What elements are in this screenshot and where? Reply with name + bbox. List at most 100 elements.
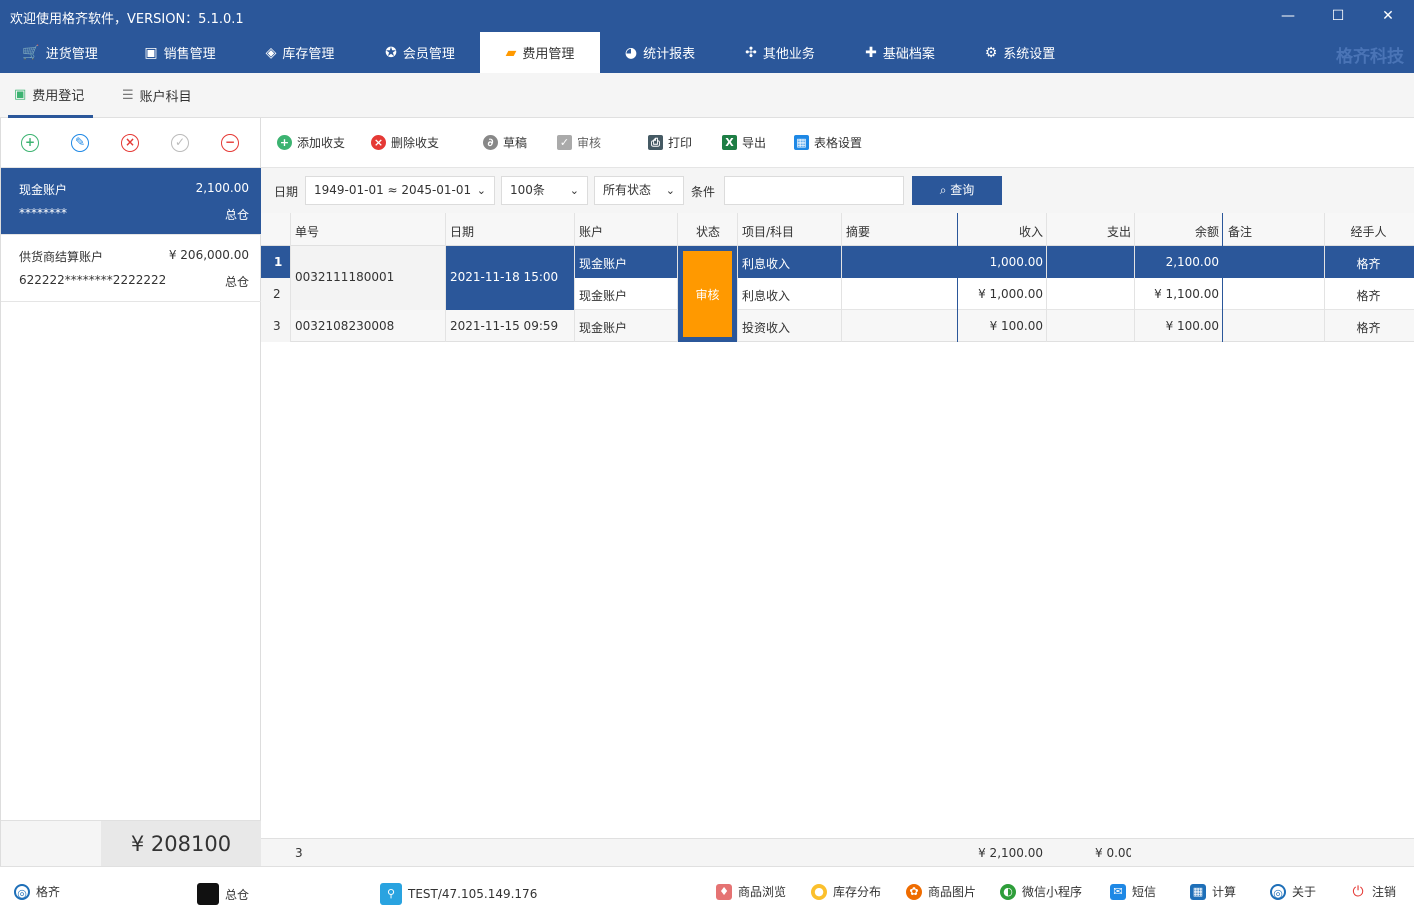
account-item-supplier[interactable]: 供货商结算账户 ¥ 206,000.00 622222********22222… [1,235,261,302]
cell-handler: 格齐 [1356,321,1381,335]
account-panel: + ✎ × ✓ − 现金账户 2,100.00 ******** 总仓 供货商结… [0,118,261,867]
expense-toolbar: + 添加收支 × 删除收支 ∂ 草稿 ✓ 审核 ⎙ 打印 X 导出 ▦ 表格设置 [261,118,1414,168]
wechat-icon: ◐ [1000,883,1016,900]
delete-account-icon[interactable]: × [121,134,139,152]
shirt-icon: ♦ [716,883,732,900]
header-status[interactable]: 状态 [696,223,720,240]
status-select[interactable]: 所有状态 ⌄ [594,176,684,205]
brand-logo: 格齐科技 [1336,47,1404,67]
chevron-down-icon: ⌄ [476,184,486,197]
account-toolbar: + ✎ × ✓ − [1,118,260,168]
sub-tabs: ▣ 费用登记 ☰ 账户科目 [0,73,1414,118]
menu-sales[interactable]: ▣ 销售管理 [120,32,240,73]
query-label: 查询 [950,183,975,197]
button-label: 审核 [577,136,602,150]
link-product-images[interactable]: ✿ 商品图片 [906,883,976,900]
cell-account: 现金账户 [579,289,628,303]
menu-settings[interactable]: ⚙ 系统设置 [960,32,1080,73]
account-total-bar: ¥ 208100 [1,820,261,867]
draft-button[interactable]: ∂ 草稿 [483,134,527,151]
tab-account-subjects[interactable]: ☰ 账户科目 [116,73,206,118]
menu-other[interactable]: ✣ 其他业务 [720,32,840,73]
tab-label: 账户科目 [139,90,192,105]
menu-label: 基础档案 [882,47,935,62]
plus-icon: + [277,135,292,150]
link-calculator[interactable]: ▦ 计算 [1190,883,1236,900]
date-range-select[interactable]: 1949-01-01 ≈ 2045-01-01 ⌄ [305,176,495,205]
link-product-browse[interactable]: ♦ 商品浏览 [716,883,786,900]
row-index: 3 [273,319,281,333]
header-income[interactable]: 收入 [958,223,1043,240]
account-item-cash[interactable]: 现金账户 2,100.00 ******** 总仓 [1,168,261,235]
approve-account-icon[interactable]: ✓ [171,134,189,152]
menu-inventory[interactable]: ◈ 库存管理 [240,32,360,73]
account-name: 供货商结算账户 [19,250,104,264]
header-balance[interactable]: 余额 [1135,223,1219,240]
link-label: 商品浏览 [738,885,787,899]
footer-expense-total: ¥ 0.00 [1095,846,1131,860]
header-no[interactable]: 单号 [295,223,319,240]
link-sms[interactable]: ✉ 短信 [1110,883,1156,900]
menu-member[interactable]: ✪ 会员管理 [360,32,480,73]
edit-account-icon[interactable]: ✎ [71,134,89,152]
menu-label: 进货管理 [45,47,98,62]
menu-label: 销售管理 [163,47,216,62]
add-account-icon[interactable]: + [21,134,39,152]
header-item[interactable]: 项目/科目 [742,223,794,240]
link-about[interactable]: ◎ 关于 [1270,883,1316,900]
filter-bar: 日期 1949-01-01 ≈ 2045-01-01 ⌄ 100条 ⌄ 所有状态 ⌄ … [261,168,1414,213]
cell-status: 审核 [695,288,720,302]
menu-expense[interactable]: ▰ 费用管理 [480,32,600,73]
main-menu: 🛒 进货管理 ▣ 销售管理 ◈ 库存管理 ✪ 会员管理 ▰ 费用管理 ◕ 统计报表 ✣ 其他业… [0,32,1414,73]
header-handler[interactable]: 经手人 [1326,223,1411,240]
cell-no: 0032111180001 [295,270,395,284]
minimize-button[interactable]: — [1270,4,1306,28]
query-button[interactable]: ⌕ 查询 [912,176,1002,205]
status-server[interactable]: ⚲ TEST/47.105.149.176 [380,883,537,905]
menu-purchase[interactable]: 🛒 进货管理 [0,32,120,73]
header-note[interactable]: 备注 [1228,223,1252,240]
table-row[interactable] [261,310,1414,342]
date-label: 日期 [274,185,299,199]
link-stock-distribution[interactable]: ● 库存分布 [811,883,881,900]
delete-icon: × [371,135,386,150]
status-store[interactable]: 总仓 [197,883,249,905]
menu-label: 会员管理 [402,47,455,62]
audit-button[interactable]: ✓ 审核 [557,134,601,151]
status-user[interactable]: ◎ 格齐 [14,883,60,900]
header-account[interactable]: 账户 [579,223,603,240]
header-date[interactable]: 日期 [450,223,474,240]
print-button[interactable]: ⎙ 打印 [648,134,692,151]
menu-archive[interactable]: ✚ 基础档案 [840,32,960,73]
cell-balance: ¥ 1,100.00 [1154,287,1219,301]
distribution-icon: ● [811,883,827,900]
power-icon: ⏻ [1350,883,1366,900]
cell-item: 利息收入 [742,257,791,271]
search-icon: ⌕ [939,183,951,197]
box-icon: ◈ [265,44,277,61]
header-expense[interactable]: 支出 [1047,223,1131,240]
condition-label: 条件 [691,185,716,199]
cart-icon: 🛒 [22,44,40,61]
link-wechat-miniprogram[interactable]: ◐ 微信小程序 [1000,883,1082,900]
disable-account-icon[interactable]: − [221,134,239,152]
table-settings-button[interactable]: ▦ 表格设置 [794,134,862,151]
maximize-button[interactable]: ☐ [1320,4,1356,28]
status-bar: ◎ 格齐 总仓 ⚲ TEST/47.105.149.176 ♦ 商品浏览 ● 库存分布 … [0,866,1414,917]
cell-income: ¥ 100.00 [989,319,1043,333]
page-size-select[interactable]: 100条 ⌄ [501,176,588,205]
add-entry-button[interactable]: + 添加收支 [277,134,345,151]
button-label: 导出 [742,136,767,150]
paperclip-icon: ∂ [483,135,498,150]
delete-entry-button[interactable]: × 删除收支 [371,134,439,151]
header-summary[interactable]: 摘要 [846,223,870,240]
close-button[interactable]: ✕ [1370,4,1406,28]
condition-input[interactable] [724,176,904,205]
export-button[interactable]: X 导出 [722,134,766,151]
link-logout[interactable]: ⏻ 注销 [1350,883,1396,900]
calculator-icon: ▦ [1190,883,1206,900]
menu-reports[interactable]: ◕ 统计报表 [600,32,720,73]
tab-expense-register[interactable]: ▣ 费用登记 [8,73,93,118]
title-bar: 欢迎使用格齐软件，VERSION：5.1.0.1 — ☐ ✕ [0,0,1414,32]
flower-icon: ✿ [906,883,922,900]
